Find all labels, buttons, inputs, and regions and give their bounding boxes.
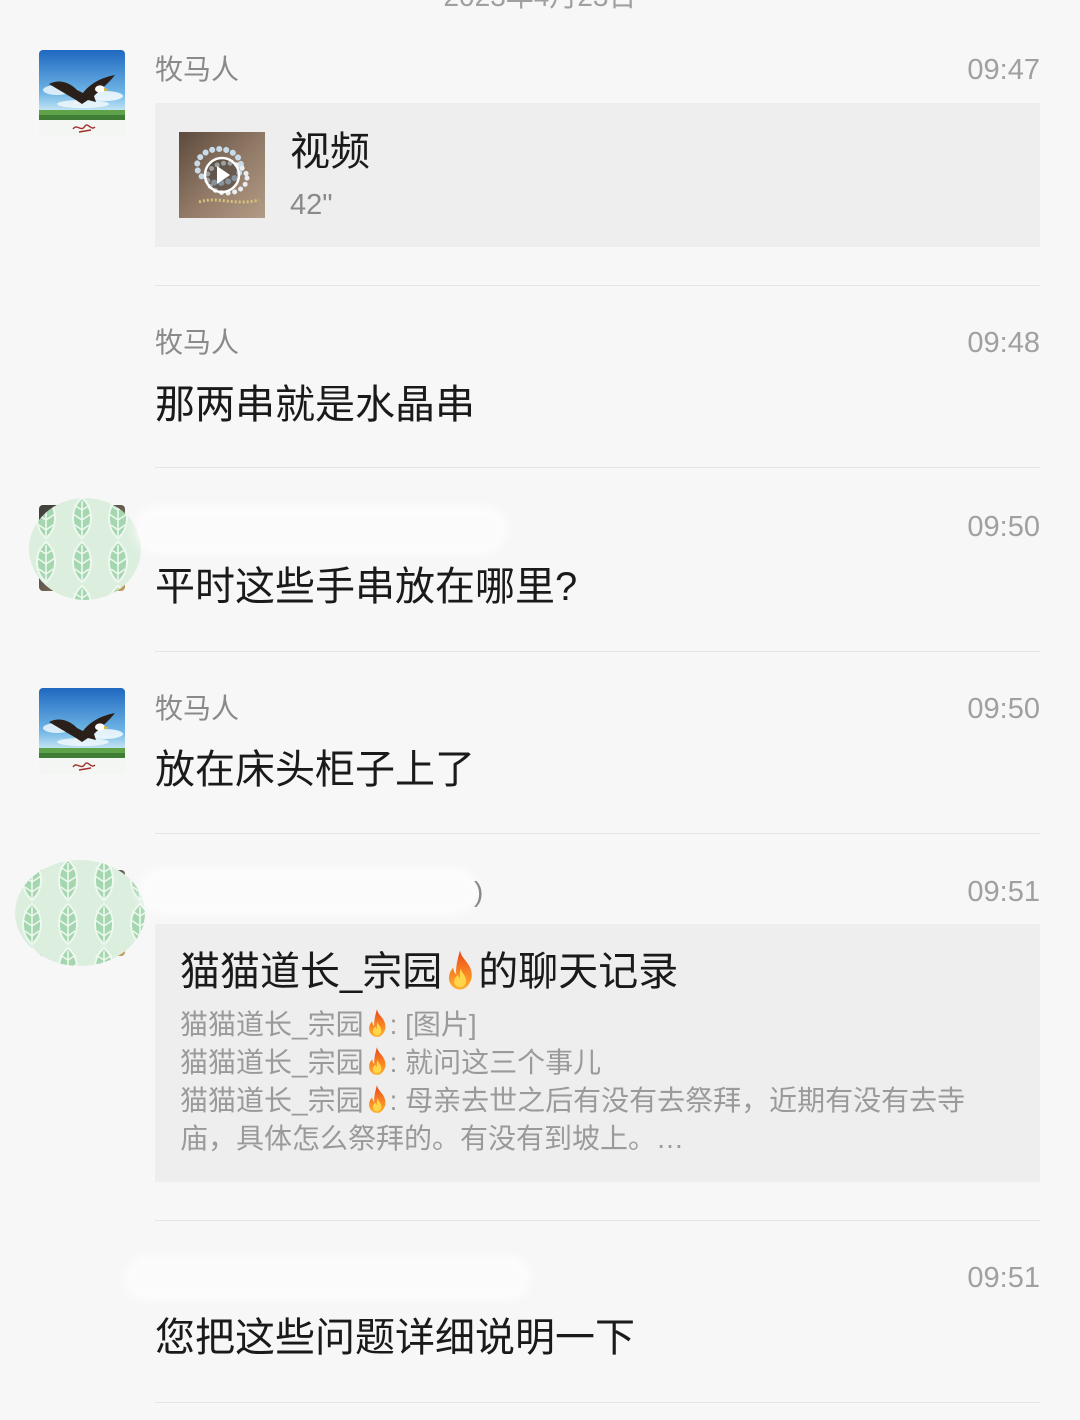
chat-record-card[interactable]: 猫猫道长_宗园 的聊天记录 猫猫道长_宗园: [图片] 猫猫道长_宗园: 就问这三… (155, 924, 1040, 1182)
date-header: 2023年4月23日 (0, 0, 1080, 15)
video-label: 视频 (290, 130, 370, 174)
fire-icon (368, 1047, 386, 1075)
message-text: 那两串就是水晶串 (155, 383, 475, 427)
message-time: 09:47 (967, 54, 1040, 86)
message-divider (155, 1220, 1040, 1221)
message-divider (155, 467, 1040, 468)
fire-icon (449, 950, 473, 990)
eagle-landscape-avatar[interactable] (39, 50, 125, 136)
bracelet-beads-thumbnail (179, 132, 265, 218)
sender-name: 牧马人 (155, 327, 240, 358)
chat-record-title-suffix: 的聊天记录 (478, 950, 679, 994)
record-text: : 就问这三个事儿 (389, 1047, 602, 1078)
redacted-name-blur (145, 874, 473, 908)
record-sender: 猫猫道长_宗园 (180, 1085, 364, 1116)
message-text: 平时这些手串放在哪里? (155, 565, 578, 609)
play-icon[interactable] (203, 156, 241, 194)
message-time: 09:51 (967, 876, 1040, 908)
video-message-card[interactable]: 视频 42" (155, 103, 1040, 247)
message-divider (155, 1402, 1040, 1403)
sender-name: 牧马人 (155, 54, 240, 85)
chat-record-line: 猫猫道长_宗园 : 就问这三个事儿 (180, 1044, 1015, 1082)
message-text: 您把这些问题详细说明一下 (155, 1316, 635, 1360)
sender-name: 牧马人 (155, 693, 240, 724)
record-sender: 猫猫道长_宗园 (180, 1047, 364, 1078)
chat-record-title: 猫猫道长_宗园 的聊天记录 (180, 946, 678, 998)
message-divider (155, 833, 1040, 834)
redacted-name-blur (130, 1262, 525, 1294)
chat-record-title-name: 猫猫道长_宗园 (180, 950, 443, 994)
redacted-name-blur (140, 512, 502, 548)
sender-name-suffix: ) (474, 876, 484, 907)
eagle-landscape-avatar[interactable] (39, 688, 125, 774)
message-divider (155, 651, 1040, 652)
chat-record-preview: 猫猫道长_宗园 : [图片] 猫猫道长_宗园 : 就问这三个事儿 猫猫道长_宗园: … (180, 1006, 1015, 1158)
message-time: 09:48 (967, 327, 1040, 359)
fire-icon (368, 1085, 386, 1113)
chat-record-line: 猫猫道长_宗园: 母亲去世之后有没有去祭拜，近期有没有去寺庙，具体怎么祭拜的。有… (180, 1082, 1015, 1158)
video-duration: 42" (290, 189, 333, 221)
leaf-sticker-icon (15, 860, 145, 966)
record-text: : [图片] (389, 1009, 477, 1040)
chat-record-line: 猫猫道长_宗园 : [图片] (180, 1006, 1015, 1044)
message-time: 09:51 (967, 1262, 1040, 1294)
record-sender: 猫猫道长_宗园 (180, 1009, 364, 1040)
message-time: 09:50 (967, 511, 1040, 543)
message-divider (155, 285, 1040, 286)
message-time: 09:50 (967, 693, 1040, 725)
message-text: 放在床头柜子上了 (155, 748, 475, 792)
leaf-sticker-icon (29, 498, 141, 600)
fire-icon (368, 1009, 386, 1037)
